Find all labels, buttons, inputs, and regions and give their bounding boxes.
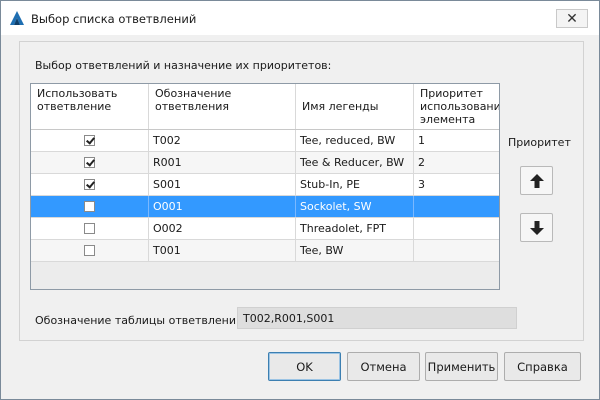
legend-name-cell: Threadolet, FPT (296, 218, 414, 239)
legend-name-cell: Tee, BW (296, 240, 414, 261)
header-branch-code[interactable]: Обозначение ответвления (149, 84, 296, 129)
table-row[interactable]: O002 Threadolet, FPT (31, 218, 499, 240)
use-branch-cell (31, 152, 149, 173)
use-branch-checkbox[interactable] (84, 179, 95, 190)
move-up-button[interactable] (520, 166, 553, 195)
branch-code-cell: O002 (149, 218, 296, 239)
ok-button[interactable]: OK (268, 352, 341, 381)
window-title: Выбор списка ответвлений (31, 12, 197, 26)
use-branch-cell (31, 130, 149, 151)
apply-button[interactable]: Применить (425, 352, 498, 381)
use-branch-checkbox[interactable] (84, 223, 95, 234)
table-row[interactable]: T002 Tee, reduced, BW 1 (31, 130, 499, 152)
app-logo-icon (9, 10, 25, 26)
use-branch-checkbox[interactable] (84, 135, 95, 146)
move-down-button[interactable] (520, 213, 553, 242)
cancel-button[interactable]: Отмена (347, 352, 420, 381)
close-button[interactable]: ✕ (556, 9, 588, 28)
branch-code-cell: T002 (149, 130, 296, 151)
branch-grid: Использовать ответвление Обозначение отв… (30, 83, 500, 290)
use-branch-cell (31, 240, 149, 261)
branch-code-cell: R001 (149, 152, 296, 173)
branch-table-field: T002,R001,S001 (237, 307, 517, 329)
title-bar[interactable]: Выбор списка ответвлений ✕ (1, 1, 599, 35)
legend-name-cell: Tee, reduced, BW (296, 130, 414, 151)
priority-cell (414, 196, 499, 217)
use-branch-cell (31, 218, 149, 239)
branch-code-cell: O001 (149, 196, 296, 217)
table-row[interactable]: O001 Sockolet, SW (31, 196, 499, 218)
header-priority[interactable]: Приоритет использования элемента (414, 84, 499, 129)
arrow-up-icon (530, 174, 544, 188)
arrow-down-icon (530, 221, 544, 235)
priority-cell (414, 240, 499, 261)
priority-cell (414, 218, 499, 239)
table-row[interactable]: R001 Tee & Reducer, BW 2 (31, 152, 499, 174)
legend-name-cell: Stub-In, PE (296, 174, 414, 195)
branch-code-cell: T001 (149, 240, 296, 261)
table-row[interactable]: T001 Tee, BW (31, 240, 499, 262)
priority-label: Приоритет (508, 136, 571, 149)
group-label: Выбор ответвлений и назначение их приори… (35, 59, 332, 72)
use-branch-cell (31, 174, 149, 195)
use-branch-checkbox[interactable] (84, 201, 95, 212)
branch-code-cell: S001 (149, 174, 296, 195)
legend-name-cell: Sockolet, SW (296, 196, 414, 217)
priority-cell: 3 (418, 178, 425, 191)
header-legend-name[interactable]: Имя легенды (296, 84, 414, 129)
use-branch-checkbox[interactable] (84, 245, 95, 256)
grid-header-row: Использовать ответвление Обозначение отв… (31, 84, 499, 130)
header-use-branch[interactable]: Использовать ответвление (31, 84, 149, 129)
table-row[interactable]: S001 Stub-In, PE 3 (31, 174, 499, 196)
use-branch-cell (31, 196, 149, 217)
branch-table-label: Обозначение таблицы ответвлений: (35, 314, 247, 327)
help-button[interactable]: Справка (504, 352, 581, 381)
priority-cell: 1 (418, 134, 425, 147)
close-icon: ✕ (566, 11, 578, 27)
priority-cell: 2 (418, 156, 425, 169)
legend-name-cell: Tee & Reducer, BW (296, 152, 414, 173)
use-branch-checkbox[interactable] (84, 157, 95, 168)
